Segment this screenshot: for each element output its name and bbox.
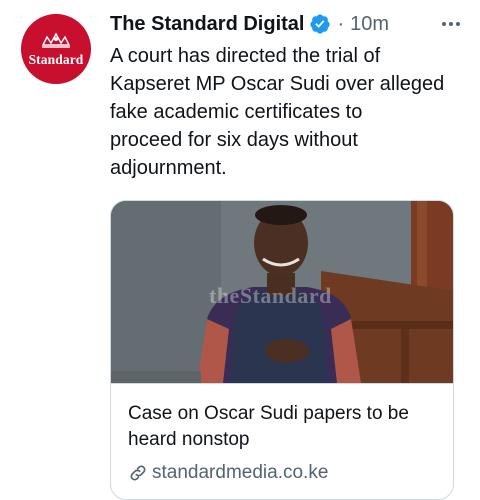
link-icon xyxy=(130,465,146,481)
card-body: Case on Oscar Sudi papers to be heard no… xyxy=(111,383,453,499)
verified-badge-icon xyxy=(310,14,331,34)
timestamp[interactable]: 10m xyxy=(350,13,389,36)
tweet-header: The Standard Digital · 10m xyxy=(110,11,460,37)
avatar[interactable]: Standard xyxy=(21,14,91,84)
card-title[interactable]: Case on Oscar Sudi papers to be heard no… xyxy=(128,401,448,453)
image-watermark: theStandard xyxy=(209,283,332,308)
author-name[interactable]: The Standard Digital xyxy=(110,13,304,36)
card-image: theStandard xyxy=(111,201,453,383)
link-card[interactable]: theStandard Case on Oscar Sudi papers to… xyxy=(110,200,454,500)
tweet: Standard The Standard Digital · 10m A co… xyxy=(0,0,480,500)
card-domain[interactable]: standardmedia.co.ke xyxy=(128,462,328,484)
tweet-text: A court has directed the trial of Kapser… xyxy=(110,45,445,179)
more-options-icon[interactable] xyxy=(442,11,460,37)
crest-icon xyxy=(41,32,71,48)
avatar-logo-text: Standard xyxy=(28,51,84,67)
separator-dot: · xyxy=(337,12,345,35)
card-domain-text: standardmedia.co.ke xyxy=(152,462,329,483)
